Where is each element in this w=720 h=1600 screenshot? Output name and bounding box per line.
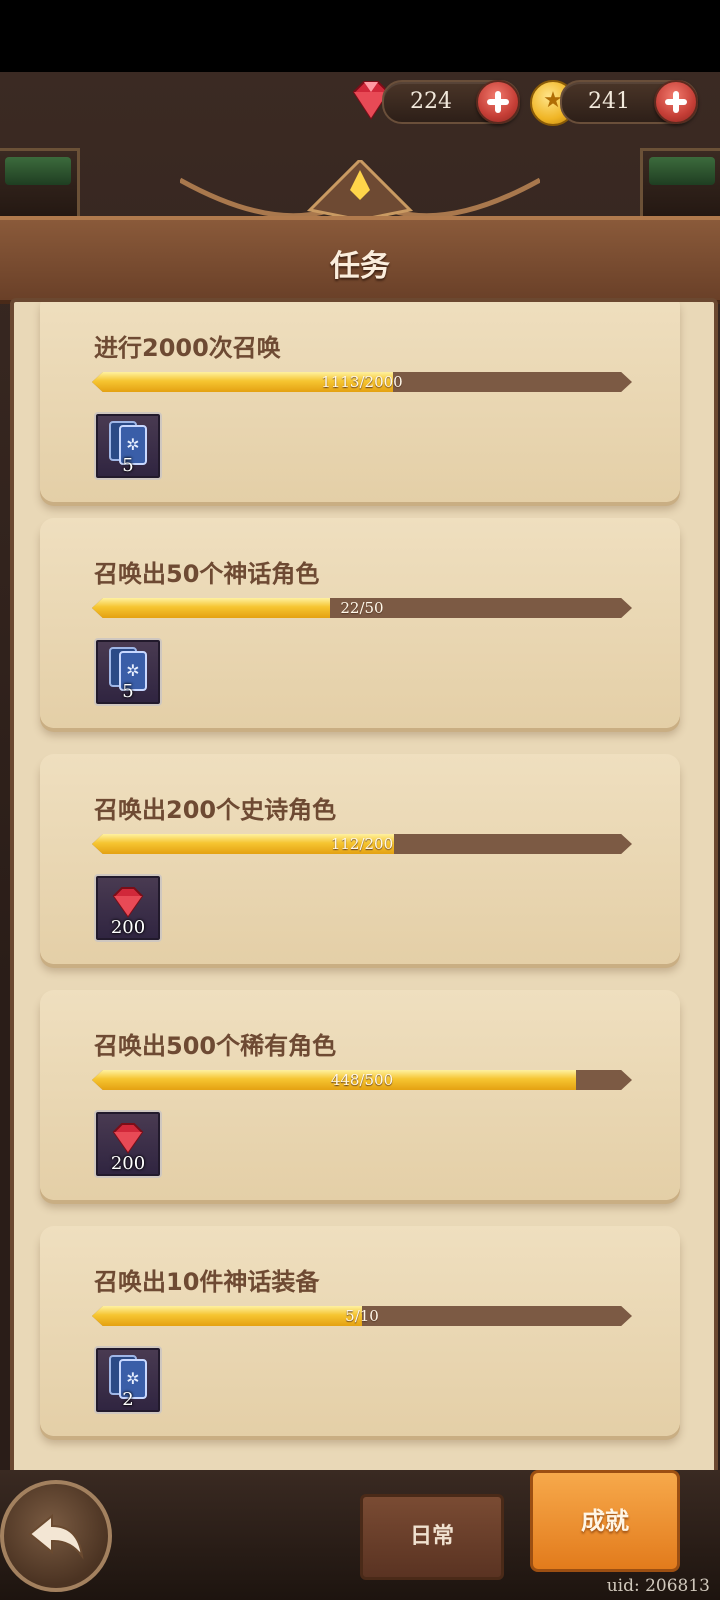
progress-text: 5/10 (345, 1307, 379, 1325)
task-panel[interactable]: 进行2000次召唤 1113/2000 ✲ 5 召唤出50个神话角色 22/50 ✲ 5 召唤出… (10, 298, 718, 1476)
svg-text:✲: ✲ (126, 1369, 139, 1388)
add-gems-button[interactable] (476, 80, 520, 124)
task-title: 召唤出50个神话角色 (94, 560, 320, 588)
task-card: 召唤出200个史诗角色 112/200 200 (40, 754, 680, 964)
task-card: 召唤出500个稀有角色 448/500 200 (40, 990, 680, 1200)
svg-text:✲: ✲ (126, 661, 139, 680)
progress-bar: 5/10 (92, 1306, 632, 1326)
progress-text: 22/50 (340, 599, 384, 617)
coin-amount: 241 (588, 89, 630, 114)
reward-item[interactable]: ✲ 5 (94, 638, 162, 706)
progress-text: 112/200 (330, 835, 394, 853)
progress-bar: 22/50 (92, 598, 632, 618)
left-pillar-decoration (0, 148, 80, 220)
coin-counter: 241 (560, 80, 698, 124)
task-title: 召唤出10件神话装备 (94, 1268, 320, 1296)
tab-achievement[interactable]: 成就 (530, 1470, 680, 1572)
status-bar-area (0, 0, 720, 72)
svg-text:✲: ✲ (126, 435, 139, 454)
task-card: 召唤出10件神话装备 5/10 ✲ 2 (40, 1226, 680, 1436)
progress-bar: 1113/2000 (92, 372, 632, 392)
right-pillar-decoration (640, 148, 720, 220)
progress-bar: 448/500 (92, 1070, 632, 1090)
progress-text: 448/500 (330, 1071, 394, 1089)
task-title: 召唤出200个史诗角色 (94, 796, 337, 824)
task-title: 召唤出500个稀有角色 (94, 1032, 337, 1060)
reward-item[interactable]: ✲ 5 (94, 412, 162, 480)
back-button[interactable] (0, 1480, 112, 1592)
progress-bar: 112/200 (92, 834, 632, 854)
add-coins-button[interactable] (654, 80, 698, 124)
reward-count: 5 (122, 455, 134, 476)
back-arrow-icon (28, 1513, 84, 1560)
reward-item[interactable]: 200 (94, 1110, 162, 1178)
task-title: 进行2000次召唤 (94, 334, 281, 362)
gem-amount: 224 (410, 89, 452, 114)
task-card: 进行2000次召唤 1113/2000 ✲ 5 (40, 302, 680, 502)
reward-item[interactable]: 200 (94, 874, 162, 942)
user-id-label: uid: 206813 (606, 1576, 710, 1596)
reward-count: 200 (110, 917, 146, 938)
task-card: 召唤出50个神话角色 22/50 ✲ 5 (40, 518, 680, 728)
reward-count: 200 (110, 1153, 146, 1174)
reward-count: 5 (122, 681, 134, 702)
page-title: 任务 (330, 249, 390, 284)
gem-counter: 224 (382, 80, 520, 124)
tab-daily[interactable]: 日常 (360, 1494, 504, 1580)
reward-count: 2 (122, 1389, 134, 1410)
reward-item[interactable]: ✲ 2 (94, 1346, 162, 1414)
progress-text: 1113/2000 (321, 373, 403, 391)
